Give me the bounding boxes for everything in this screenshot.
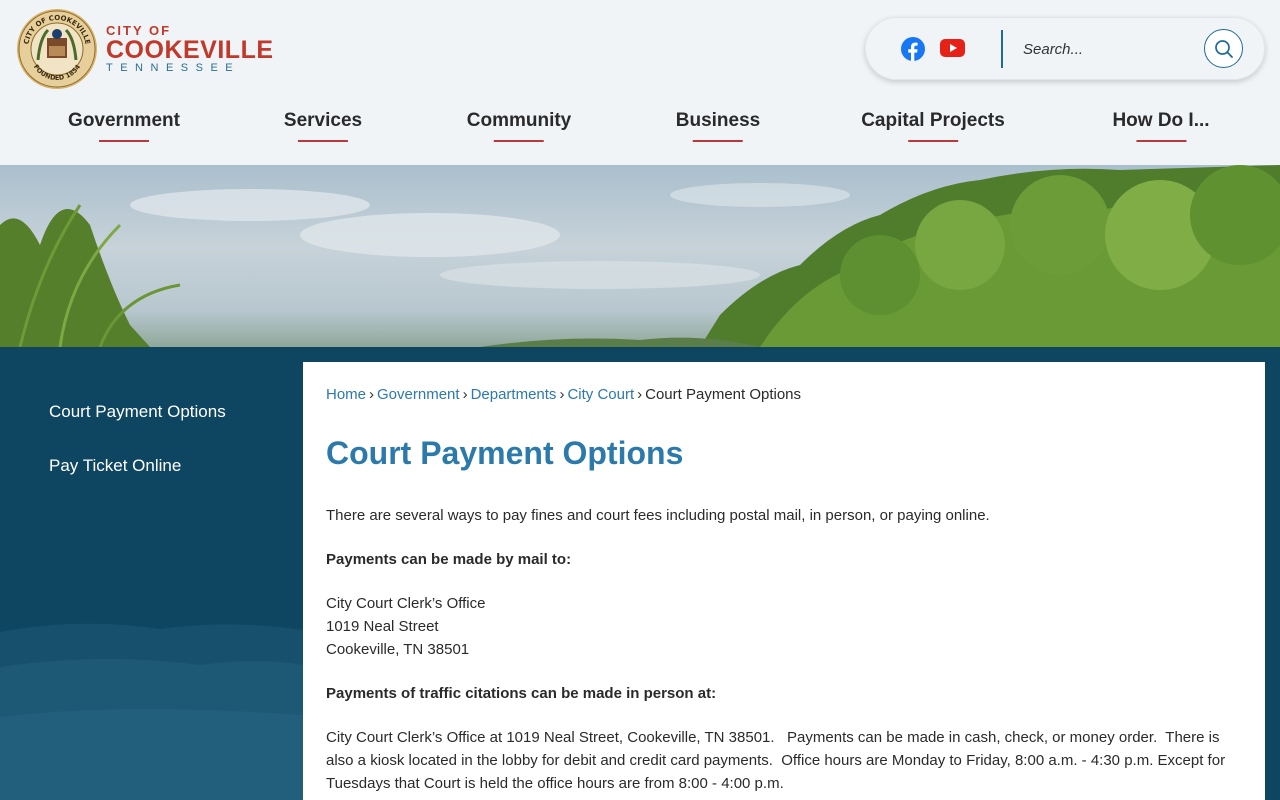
intro-paragraph: There are several ways to pay fines and … <box>326 507 990 524</box>
nav-underline <box>907 140 958 142</box>
main-nav: Government Services Community Business C… <box>0 110 1280 160</box>
mail-heading-text: Payments can be made by mail to: <box>326 551 572 568</box>
breadcrumb-government[interactable]: Government <box>377 386 460 403</box>
nav-item-label: Business <box>675 110 761 131</box>
page-body: Court Payment Options Pay Ticket Online … <box>0 347 1280 800</box>
search-button[interactable] <box>1204 29 1243 68</box>
breadcrumb-city-court[interactable]: City Court <box>567 386 634 403</box>
mailing-address: City Court Clerk’s Office 1019 Neal Stre… <box>326 592 1246 661</box>
breadcrumb-separator: › <box>559 386 565 403</box>
main-content: Home › Government › Departments › City Court › C… <box>303 362 1265 800</box>
landscape-banner-art <box>0 165 1280 347</box>
nav-underline <box>1135 140 1186 142</box>
address-line: Cookeville, TN 38501 <box>326 641 470 658</box>
in-person-heading: Payments of traffic citations can be mad… <box>326 682 1246 705</box>
city-wordmark[interactable]: CITY OF COOKEVILLE TENNESSEE <box>106 24 274 75</box>
breadcrumb-separator: › <box>462 386 468 403</box>
breadcrumb-current: Court Payment Options <box>645 386 802 403</box>
nav-item-label: Community <box>466 110 572 131</box>
in-person-paragraph: City Court Clerk’s Office at 1019 Neal S… <box>326 729 1229 792</box>
page-title: Court Payment Options <box>326 435 684 471</box>
utility-divider <box>1001 30 1003 68</box>
sidebar-item-pay-ticket-online[interactable]: Pay Ticket Online <box>49 456 226 476</box>
search-input[interactable] <box>1023 36 1193 62</box>
nav-item-label: Government <box>68 110 180 131</box>
wordmark-name: COOKEVILLE <box>106 36 274 64</box>
nav-item-label: Services <box>283 110 363 131</box>
nav-underline <box>298 140 348 142</box>
nav-underline <box>98 140 149 142</box>
address-line: City Court Clerk’s Office <box>326 595 486 612</box>
breadcrumb-separator: › <box>369 386 375 403</box>
utility-bar <box>865 17 1265 80</box>
breadcrumb: Home › Government › Departments › City Court › C… <box>326 386 801 403</box>
breadcrumb-separator: › <box>637 386 643 403</box>
nav-underline <box>494 140 544 142</box>
nav-item-services[interactable]: Services <box>284 110 362 142</box>
nav-item-government[interactable]: Government <box>68 110 180 142</box>
address-line: 1019 Neal Street <box>326 618 439 635</box>
nav-item-business[interactable]: Business <box>676 110 760 142</box>
search-icon <box>1215 40 1233 58</box>
sidebar-item-court-payment-options[interactable]: Court Payment Options <box>49 402 226 422</box>
facebook-icon[interactable] <box>901 37 925 61</box>
sidebar-nav: Court Payment Options Pay Ticket Online <box>49 402 226 510</box>
site-header: CITY OF COOKEVILLE FOUNDED 1854 CITY OF … <box>0 0 1280 165</box>
in-person-heading-text: Payments of traffic citations can be mad… <box>326 685 717 702</box>
nav-item-capital-projects[interactable]: Capital Projects <box>861 110 1005 142</box>
breadcrumb-home[interactable]: Home <box>326 386 366 403</box>
breadcrumb-departments[interactable]: Departments <box>471 386 557 403</box>
mail-heading: Payments can be made by mail to: <box>326 548 1246 571</box>
nav-item-community[interactable]: Community <box>466 110 572 142</box>
nav-item-label: How Do I... <box>1112 110 1210 131</box>
nav-item-label: Capital Projects <box>861 110 1005 131</box>
article-body: There are several ways to pay fines and … <box>326 504 1246 800</box>
banner-image <box>0 165 1280 347</box>
youtube-icon[interactable] <box>940 38 965 58</box>
city-seal-logo[interactable]: CITY OF COOKEVILLE FOUNDED 1854 <box>16 8 98 90</box>
nav-underline <box>692 140 743 142</box>
nav-item-how-do-i[interactable]: How Do I... <box>1112 110 1210 142</box>
